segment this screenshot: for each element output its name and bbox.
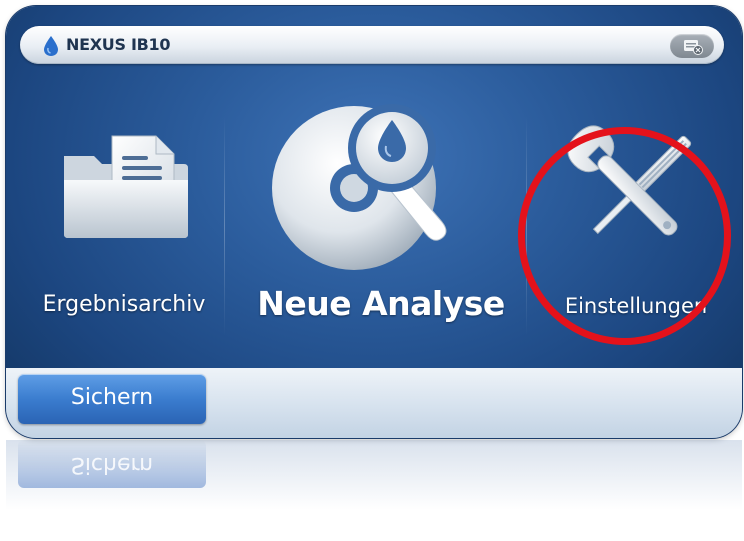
menu-tile-label-results-archive: Ergebnisarchiv: [42, 292, 206, 317]
menu-tile-label-new-analysis: Neue Analyse: [257, 284, 505, 323]
water-drop-icon: [44, 36, 58, 56]
save-button-reflection: Sichern: [18, 440, 206, 488]
menu-tile-label-settings: Einstellungen: [564, 294, 708, 318]
save-button[interactable]: Sichern: [18, 374, 206, 424]
device-screen: NEXUS IB10 Ergebnisarchiv Neue Analyse E…: [6, 6, 742, 438]
tile-divider: [224, 116, 225, 336]
printer-status-icon: [684, 40, 703, 55]
wrench-screwdriver-icon: [567, 125, 692, 236]
title-bar: NEXUS IB10: [20, 26, 724, 64]
tile-divider: [526, 116, 527, 336]
reflection: Sichern: [6, 440, 742, 540]
screenshot: NEXUS IB10 Ergebnisarchiv Neue Analyse E…: [0, 0, 744, 541]
device-status-button[interactable]: [670, 34, 714, 58]
menu-tile-new-analysis[interactable]: Neue Analyse: [246, 76, 516, 346]
bottom-bar: Sichern: [6, 368, 742, 438]
app-title: NEXUS IB10: [66, 35, 171, 54]
folder-document-icon: [64, 135, 188, 238]
menu-tile-results-archive[interactable]: Ergebnisarchiv: [24, 116, 224, 336]
menu-tile-settings[interactable]: Einstellungen: [531, 116, 741, 336]
magnifier-drop-icon: [272, 104, 447, 270]
